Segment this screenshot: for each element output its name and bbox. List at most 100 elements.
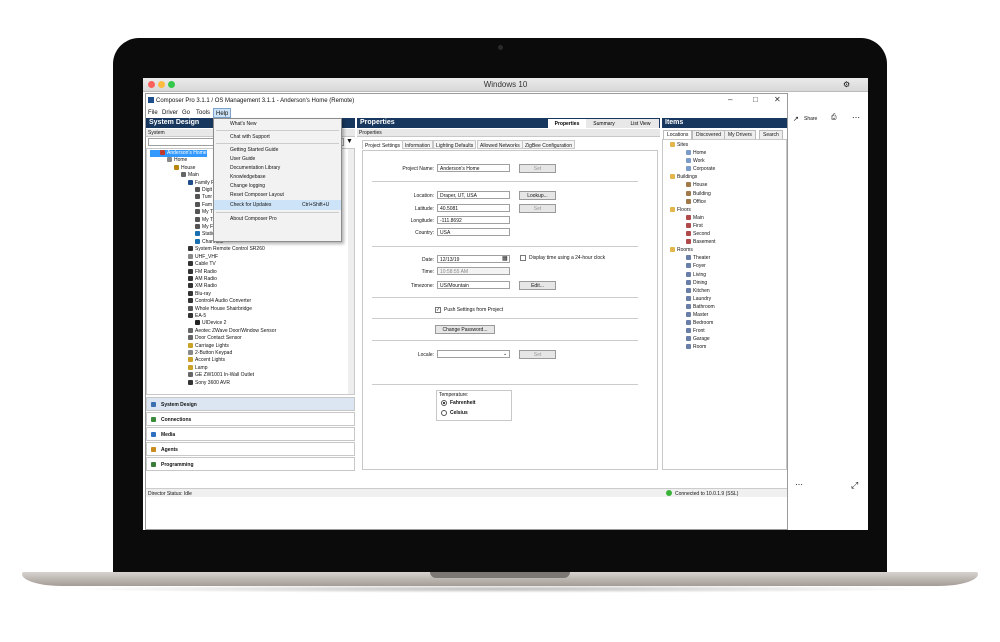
menu-go[interactable]: Go [182, 110, 190, 116]
tree-item[interactable]: Accent Lights [150, 357, 276, 364]
tab-allowed-networks[interactable]: Allowed Networks [477, 140, 523, 149]
tree-item[interactable]: Door Contact Sensor [150, 335, 276, 342]
tree-item[interactable]: System Remote Control SR260 [150, 246, 276, 253]
tab-lighting-defaults[interactable]: Lighting Defaults [433, 140, 477, 149]
tree-item[interactable]: Lamp [150, 364, 276, 372]
menu-item-chat-support[interactable]: Chat with Support [214, 132, 341, 142]
set-location-button[interactable]: Set [519, 204, 556, 213]
tree-item[interactable]: EA-5 [150, 312, 276, 320]
longitude-input[interactable]: -111.8692 [437, 216, 510, 224]
location-item[interactable]: Bathroom [666, 303, 716, 311]
share-label[interactable]: Share [804, 116, 817, 122]
menu-item-reset-layout[interactable]: Reset Composer Layout [214, 190, 341, 200]
menu-file[interactable]: File [148, 110, 158, 116]
tree-item[interactable]: 2-Button Keypad [150, 349, 276, 357]
calendar-icon[interactable]: ▦ [502, 255, 508, 262]
location-item[interactable]: Bedroom [666, 319, 716, 327]
location-input[interactable]: Draper, UT, USA [437, 191, 510, 199]
location-item[interactable]: Living [666, 271, 716, 279]
nav-connections[interactable]: Connections [146, 412, 355, 426]
celsius-radio[interactable] [441, 410, 447, 416]
location-item[interactable]: Foyer [666, 262, 716, 270]
tree-item[interactable]: Blu-ray [150, 290, 276, 298]
set-locale-button[interactable]: Set [519, 350, 556, 359]
share-icon[interactable]: ↗ [793, 115, 799, 123]
nav-agents[interactable]: Agents [146, 442, 355, 456]
location-item[interactable]: Home [666, 149, 716, 157]
location-item[interactable]: First [666, 222, 716, 230]
tree-item[interactable]: FM Radio [150, 268, 276, 276]
tab-zigbee-configuration[interactable]: ZigBee Configuration [522, 140, 575, 149]
lookup-button[interactable]: Lookup... [519, 191, 556, 200]
menu-item-whats-new[interactable]: What's New [214, 119, 341, 129]
close-icon[interactable]: ✕ [774, 95, 781, 104]
menu-driver[interactable]: Driver [162, 110, 178, 116]
nav-system-design[interactable]: System Design [146, 397, 355, 411]
location-item[interactable]: Corporate [666, 165, 716, 173]
maximize-icon[interactable]: □ [753, 95, 758, 104]
location-item[interactable]: Sites [666, 141, 716, 149]
filter-icon[interactable]: ▼ [346, 138, 353, 145]
location-item[interactable]: Main [666, 214, 716, 222]
location-item[interactable]: Second [666, 230, 716, 238]
tree-item[interactable]: UHF_VHF [150, 253, 276, 261]
nav-media[interactable]: Media [146, 427, 355, 441]
location-item[interactable]: Master [666, 311, 716, 319]
tree-item[interactable]: XM Radio [150, 283, 276, 290]
fahrenheit-radio[interactable] [441, 400, 447, 406]
set-project-name-button[interactable]: Set [519, 164, 556, 173]
menu-help[interactable]: Help [213, 108, 232, 118]
tab-information[interactable]: Information [402, 140, 434, 149]
location-item[interactable]: Basement [666, 238, 716, 246]
nav-programming[interactable]: Programming [146, 457, 355, 471]
menu-item-check-updates[interactable]: Check for Updates Ctrl+Shift+U [214, 200, 341, 210]
time-input[interactable]: 10:58:55 AM [437, 267, 510, 275]
tree-item[interactable]: Aeotec ZWave Door/Window Sensor [150, 327, 276, 335]
location-item[interactable]: Garage [666, 335, 716, 343]
tree-item[interactable]: Anderson's Home [150, 150, 207, 158]
menu-tools[interactable]: Tools [196, 110, 210, 116]
location-item[interactable]: Floors [666, 206, 716, 214]
location-item[interactable]: Rooms [666, 246, 716, 254]
location-item[interactable]: Dining [666, 279, 716, 287]
country-input[interactable]: USA [437, 228, 510, 236]
more-dots-icon[interactable]: ⋯ [795, 480, 803, 489]
location-item[interactable]: Buildings [666, 173, 716, 181]
location-item[interactable]: Laundry [666, 295, 716, 303]
print-icon[interactable]: ⎙ [831, 114, 837, 122]
tree-item[interactable]: Cable TV [150, 261, 276, 268]
edit-timezone-button[interactable]: Edit... [519, 281, 556, 290]
push-settings-checkbox[interactable]: ✓ [435, 307, 441, 313]
project-name-input[interactable]: Anderson's Home [437, 164, 510, 172]
date-input[interactable]: 12/13/19 [437, 255, 510, 263]
change-password-button[interactable]: Change Password... [435, 325, 495, 334]
location-item[interactable]: Office [666, 198, 716, 206]
minimize-icon[interactable]: – [728, 95, 732, 104]
tree-item[interactable]: AM Radio [150, 275, 276, 283]
location-item[interactable]: Room [666, 343, 716, 351]
expand-icon[interactable]: ⤢ [851, 480, 858, 491]
more-icon[interactable]: ⋯ [852, 113, 860, 122]
tree-item[interactable]: UIDevice 2 [150, 320, 276, 327]
tab-properties[interactable]: Properties [548, 119, 586, 128]
tree-item[interactable]: GE ZW1001 In-Wall Outlet [150, 372, 276, 379]
latitude-input[interactable]: 40.5081 [437, 204, 510, 212]
tab-list-view[interactable]: List View [622, 119, 659, 128]
tree-item[interactable]: Sony 3600 AVR [150, 379, 276, 387]
location-item[interactable]: Kitchen [666, 287, 716, 295]
tree-item[interactable]: Control4 Audio Converter [150, 298, 276, 305]
location-item[interactable]: Theater [666, 254, 716, 262]
tab-summary[interactable]: Summary [586, 119, 622, 128]
tree-item[interactable]: Whole House Shairbridge [150, 305, 276, 313]
timezone-input[interactable]: US/Mountain [437, 281, 510, 289]
location-item[interactable]: House [666, 181, 716, 189]
wrench-icon[interactable]: ⚙ [843, 80, 850, 89]
display24-checkbox[interactable] [520, 255, 526, 261]
locale-select[interactable]: ⌄ [437, 350, 510, 358]
location-item[interactable]: Work [666, 157, 716, 165]
location-item[interactable]: Building [666, 190, 716, 198]
location-item[interactable]: Front [666, 327, 716, 335]
tree-scrollbar[interactable] [348, 149, 354, 394]
tab-project-settings[interactable]: Project Settings [362, 140, 404, 149]
menu-item-about[interactable]: About Composer Pro [214, 214, 341, 224]
